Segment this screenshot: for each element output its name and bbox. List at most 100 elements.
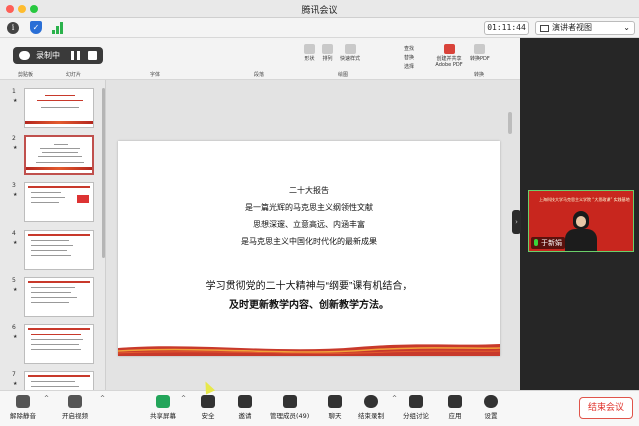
stop-recording-icon[interactable] <box>88 51 97 60</box>
ribbon-find-button[interactable]: 查找 <box>404 45 414 52</box>
network-signal-icon[interactable] <box>52 22 64 34</box>
security-button[interactable]: 安全 <box>201 395 215 420</box>
shield-icon <box>201 395 215 408</box>
grid-view-icon <box>540 25 549 32</box>
slide-line-4: 是马克思主义中国化时代化的最新成果 <box>241 237 377 246</box>
members-icon <box>282 395 297 408</box>
stop-recording-button[interactable]: 结束录制 <box>358 395 384 420</box>
breakout-rooms-button[interactable]: 分组讨论 <box>403 395 429 420</box>
security-shield-icon[interactable]: ✓ <box>30 21 42 34</box>
thumb-number: 2 <box>12 135 16 142</box>
thumb-star: ★ <box>13 98 18 104</box>
ribbon-group-drawing: 绘图 <box>338 72 349 78</box>
slide-thumbnail-5[interactable] <box>24 277 94 317</box>
chevron-up-icon: ^ <box>181 395 187 402</box>
apps-button[interactable]: 应用 <box>448 395 462 420</box>
ribbon-group-paragraph: 段落 <box>254 72 265 78</box>
chevron-up-icon: ^ <box>392 395 398 402</box>
mic-active-icon <box>534 239 538 246</box>
slide-thumbnail-4[interactable] <box>24 230 94 270</box>
slide-thumbnail-panel: 1 ★ 2 ★ 3 ★ 4 ★ 5 ★ 6 ★ 7 ★ <box>0 80 106 390</box>
thumb-number: 3 <box>12 182 16 189</box>
thumb-number: 7 <box>12 371 16 378</box>
breakout-icon <box>409 395 423 408</box>
slide-red-wave-decoration <box>118 344 500 356</box>
window-title: 腾讯会议 <box>301 6 338 16</box>
share-screen-icon <box>156 395 170 408</box>
slide-thumbnail-1[interactable] <box>24 88 94 128</box>
participant-face <box>576 216 586 227</box>
start-video-button[interactable]: 开启视频 <box>62 395 88 420</box>
slide-line-5: 学习贯彻党的二十大精神与“纲要”课有机结合， <box>205 281 413 292</box>
adobe-pdf-icon <box>443 44 455 54</box>
thumb-star: ★ <box>13 240 18 246</box>
slide-thumbnail-7[interactable] <box>24 371 94 390</box>
meeting-topbar: i ✓ 01:11:44 演讲者视图 ⌄ <box>0 18 639 38</box>
slide-line-2: 是一篇光辉的马克思主义纲领性文献 <box>245 203 373 212</box>
ribbon-adobe-pdf-button[interactable]: 创建并共享 Adobe PDF <box>432 44 466 68</box>
manage-members-button[interactable]: 管理成员(49) <box>270 395 309 420</box>
chat-button[interactable]: 聊天 <box>328 395 342 420</box>
shapes-icon <box>304 44 315 54</box>
thumb-wave <box>25 121 93 124</box>
unmute-button[interactable]: 解除静音 <box>10 395 36 420</box>
ribbon-group-convert: 转换 <box>474 72 485 78</box>
video-background-banner: 上海科技大学马克思主义学院 “大思政课” 实践基地 <box>539 197 630 202</box>
thumb-star: ★ <box>13 381 18 387</box>
meeting-toolbar: 解除静音 ^ 开启视频 ^ 共享屏幕 ^ 安全 邀请 管理成员(49) 聊天 结… <box>0 390 639 426</box>
ribbon-replace-button[interactable]: 替换 <box>404 54 414 61</box>
editor-scrollbar[interactable] <box>508 112 512 134</box>
thumbnail-scrollbar[interactable] <box>102 88 105 258</box>
recording-label: 录制中 <box>36 51 60 60</box>
record-stop-icon <box>364 395 378 408</box>
share-screen-button[interactable]: 共享屏幕 <box>150 395 176 420</box>
pause-recording-icon[interactable] <box>71 51 80 60</box>
window-titlebar: 腾讯会议 <box>0 0 639 18</box>
quick-styles-icon <box>344 44 356 54</box>
convert-pdf-icon <box>474 44 486 54</box>
meeting-timer: 01:11:44 <box>484 21 529 35</box>
slide-line-1: 二十大报告 <box>289 186 329 195</box>
participant-body <box>565 229 597 251</box>
chat-icon <box>328 395 342 408</box>
view-mode-button[interactable]: 演讲者视图 ⌄ <box>535 21 635 35</box>
ribbon-group-slides: 幻灯片 <box>66 72 82 78</box>
thumb-number: 4 <box>12 230 16 237</box>
end-meeting-button[interactable]: 结束会议 <box>579 397 633 419</box>
chevron-down-icon: ⌄ <box>623 23 630 32</box>
arrange-icon <box>322 44 333 54</box>
ribbon-select-button[interactable]: 选择 <box>404 63 414 70</box>
recording-status-pill: 录制中 <box>13 47 103 64</box>
slide-thumbnail-2[interactable] <box>24 135 94 175</box>
participant-name-tag: 于新娟 <box>531 237 565 249</box>
apps-grid-icon <box>448 395 462 408</box>
thumb-number: 1 <box>12 88 16 95</box>
cloud-record-icon <box>19 51 30 60</box>
ribbon-shapes-button[interactable]: 形状 <box>304 44 315 62</box>
ribbon-group-font: 字体 <box>150 72 161 78</box>
slide-line-6: 及时更新教学内容、创新教学方法。 <box>229 300 389 311</box>
slide-thumbnail-6[interactable] <box>24 324 94 364</box>
thumb-star: ★ <box>13 287 18 293</box>
settings-button[interactable]: 设置 <box>484 395 498 420</box>
current-slide: 二十大报告 是一篇光辉的马克思主义纲领性文献 思想深邃、立意高远、内涵丰富 是马… <box>118 141 500 356</box>
ribbon-convert-pdf-button[interactable]: 转换PDF <box>470 44 490 62</box>
collapse-panel-button[interactable]: › <box>512 210 521 234</box>
thumb-number: 6 <box>12 324 16 331</box>
participant-name: 于新娟 <box>541 239 562 247</box>
view-mode-label: 演讲者视图 <box>552 23 592 32</box>
thumb-star: ★ <box>13 145 18 151</box>
thumb-star: ★ <box>13 192 18 198</box>
info-icon[interactable]: i <box>7 22 19 34</box>
ribbon-arrange-button[interactable]: 排列 <box>322 44 333 62</box>
thumb-star: ★ <box>13 334 18 340</box>
video-off-icon <box>68 395 82 408</box>
gear-icon <box>484 395 498 408</box>
invite-user-icon <box>238 395 252 408</box>
ribbon-group-clipboard: 剪贴板 <box>18 72 34 78</box>
invite-button[interactable]: 邀请 <box>238 395 252 420</box>
slide-thumbnail-3[interactable] <box>24 182 94 222</box>
slide-line-3: 思想深邃、立意高远、内涵丰富 <box>253 220 365 229</box>
ribbon-quick-styles-button[interactable]: 快速样式 <box>340 44 360 62</box>
mic-muted-icon <box>16 395 30 408</box>
